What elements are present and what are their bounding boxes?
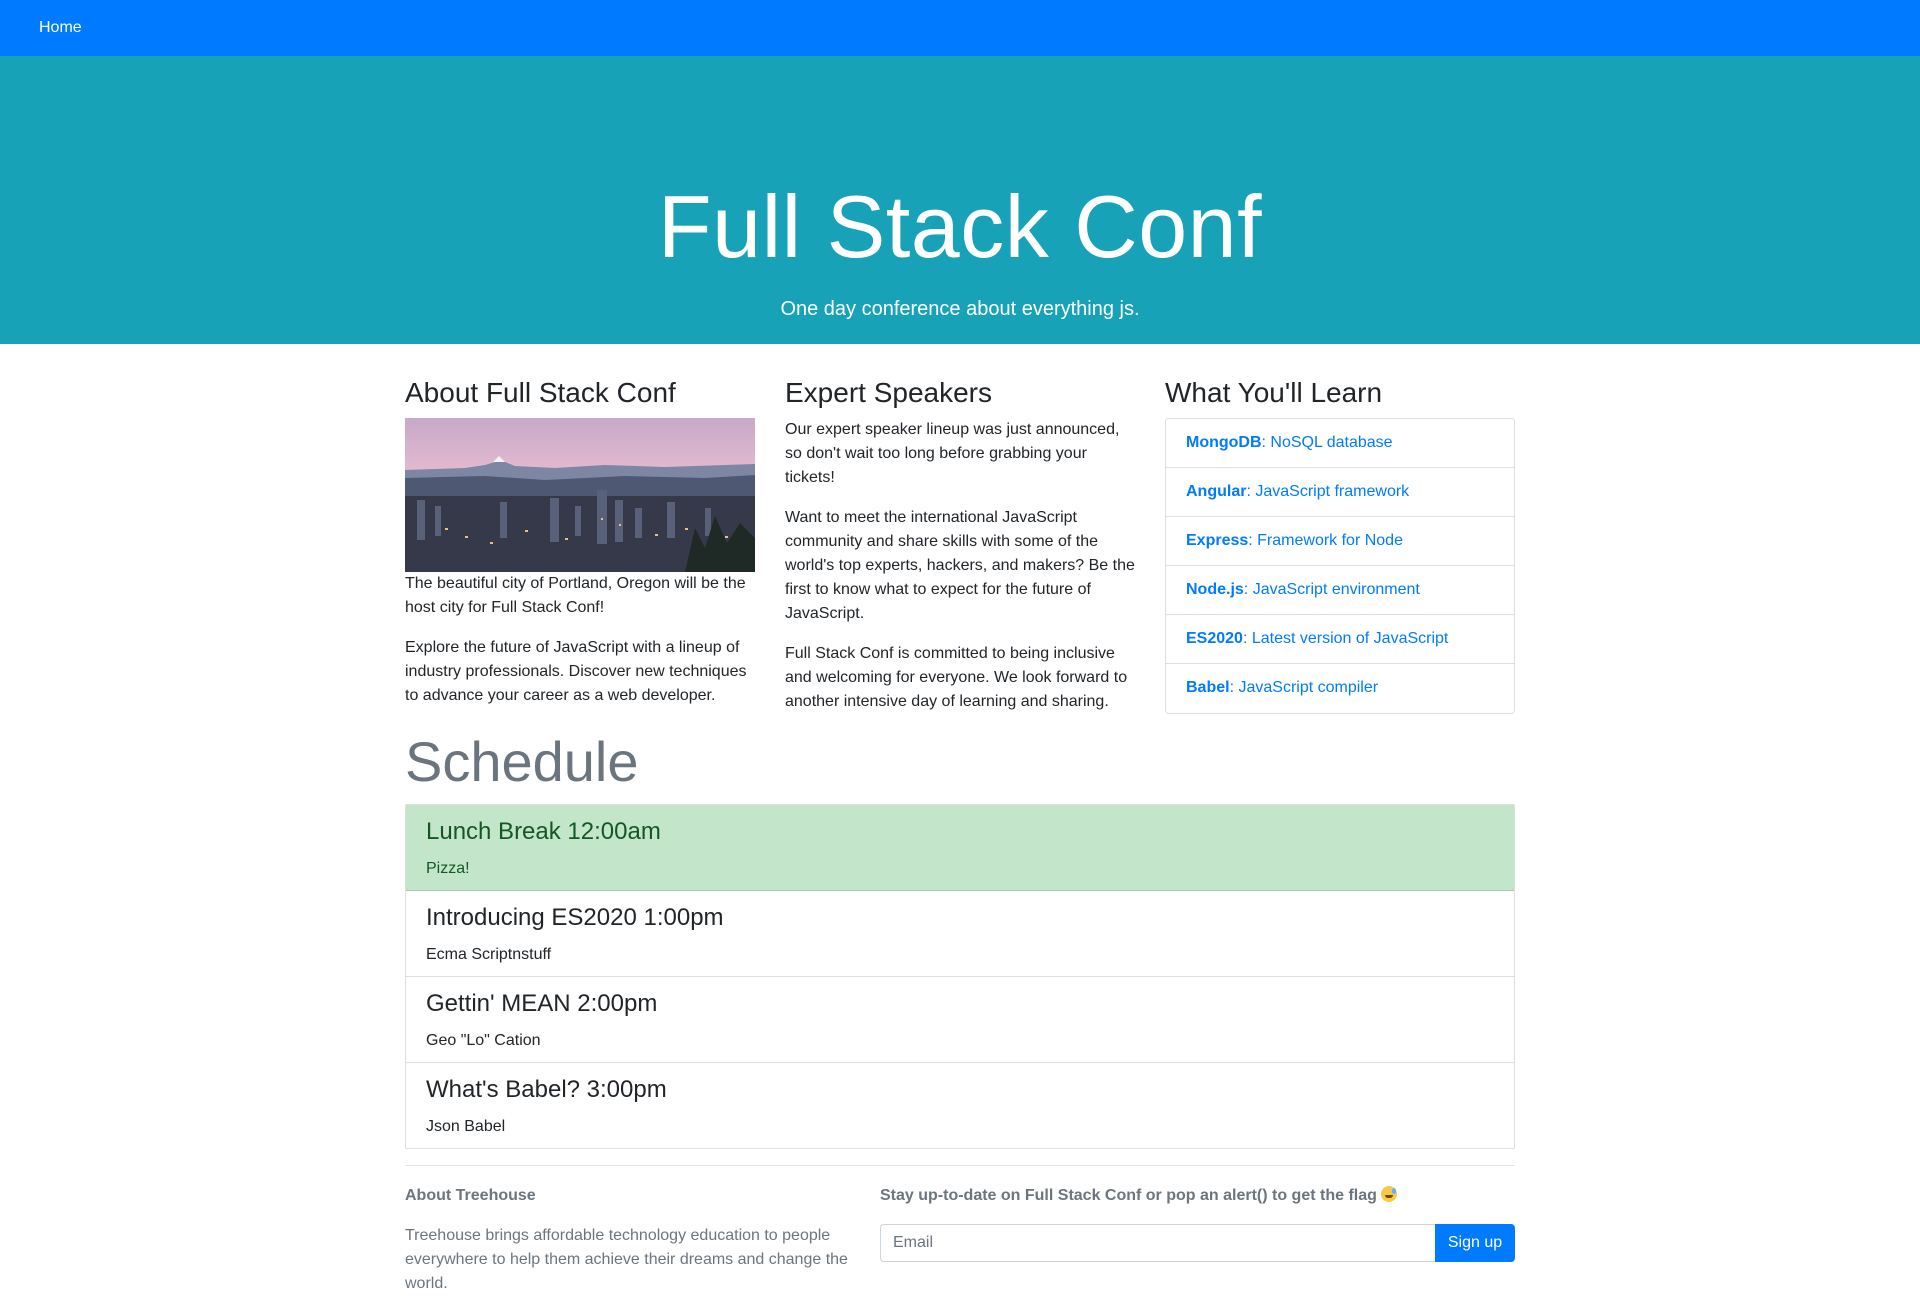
learn-item-express[interactable]: Express: Framework for Node	[1166, 517, 1514, 566]
schedule-item: Lunch Break 12:00am Pizza!	[406, 805, 1514, 891]
portland-image	[405, 417, 755, 572]
about-column: About Full Stack Conf The beautiful city…	[405, 344, 755, 730]
sweat-smile-emoji-icon	[1381, 1186, 1398, 1202]
navbar: Home	[0, 0, 1920, 56]
speakers-column: Expert Speakers Our expert speaker lineu…	[785, 344, 1135, 730]
speakers-paragraph-2: Want to meet the international JavaScrip…	[785, 508, 1135, 622]
schedule-item: What's Babel? 3:00pm Json Babel	[406, 1063, 1514, 1148]
learn-item-desc: : Framework for Node	[1248, 531, 1403, 549]
learn-item-desc: : Latest version of JavaScript	[1242, 629, 1449, 647]
footer-signup: Stay up-to-date on Full Stack Conf or po…	[880, 1180, 1515, 1296]
hero-subtitle: One day conference about everything js.	[780, 297, 1140, 320]
learn-heading: What You'll Learn	[1165, 377, 1383, 408]
main-content: About Full Stack Conf The beautiful city…	[405, 344, 1515, 730]
schedule-item-detail: Geo "Lo" Cation	[426, 1031, 541, 1049]
speakers-paragraph-1: Our expert speaker lineup was just annou…	[785, 420, 1120, 486]
learn-item-name: Express	[1186, 531, 1249, 549]
schedule-heading: Schedule	[405, 730, 639, 793]
hero-title: Full Stack Conf	[657, 177, 1263, 276]
signup-heading-text: Stay up-to-date on Full Stack Conf or po…	[880, 1187, 1377, 1204]
schedule-item: Introducing ES2020 1:00pm Ecma Scriptnst…	[406, 891, 1514, 977]
schedule-item-detail: Pizza!	[426, 859, 470, 877]
learn-item-desc: : JavaScript compiler	[1229, 678, 1379, 696]
learn-item-es2020[interactable]: ES2020: Latest version of JavaScript	[1166, 615, 1514, 664]
learn-item-nodejs[interactable]: Node.js: JavaScript environment	[1166, 566, 1514, 615]
signup-heading: Stay up-to-date on Full Stack Conf or po…	[880, 1184, 1515, 1208]
footer-divider	[405, 1165, 1515, 1166]
learn-item-name: Angular	[1186, 482, 1247, 500]
speakers-heading: Expert Speakers	[785, 377, 992, 408]
schedule-item: Gettin' MEAN 2:00pm Geo "Lo" Cation	[406, 977, 1514, 1063]
schedule-item-title: Lunch Break 12:00am	[426, 818, 661, 845]
schedule-list: Lunch Break 12:00am Pizza! Introducing E…	[405, 804, 1515, 1149]
email-input[interactable]	[880, 1224, 1435, 1262]
learn-item-mongodb[interactable]: MongoDB: NoSQL database	[1166, 419, 1514, 468]
learn-item-angular[interactable]: Angular: JavaScript framework	[1166, 468, 1514, 517]
learn-item-desc: : NoSQL database	[1261, 433, 1393, 451]
learn-item-name: ES2020	[1186, 629, 1243, 647]
footer-about-text: Treehouse brings affordable technology e…	[405, 1227, 848, 1292]
schedule-item-title: Introducing ES2020 1:00pm	[426, 904, 724, 931]
footer: About Treehouse Treehouse brings afforda…	[405, 1180, 1515, 1296]
sign-up-button[interactable]: Sign up	[1435, 1224, 1515, 1262]
schedule-item-title: What's Babel? 3:00pm	[426, 1076, 667, 1103]
schedule-item-detail: Ecma Scriptnstuff	[426, 945, 552, 963]
schedule-item-detail: Json Babel	[426, 1117, 506, 1135]
learn-list: MongoDB: NoSQL database Angular: JavaScr…	[1165, 417, 1515, 714]
learn-column: What You'll Learn MongoDB: NoSQL databas…	[1165, 344, 1515, 730]
footer-about-heading: About Treehouse	[405, 1187, 536, 1204]
about-paragraph-1: The beautiful city of Portland, Oregon w…	[405, 574, 746, 616]
learn-item-babel[interactable]: Babel: JavaScript compiler	[1166, 664, 1514, 713]
learn-item-name: Node.js	[1186, 580, 1244, 598]
learn-item-desc: : JavaScript environment	[1243, 580, 1420, 598]
schedule-item-title: Gettin' MEAN 2:00pm	[426, 990, 658, 1017]
nav-home-link[interactable]: Home	[39, 16, 82, 40]
learn-item-name: MongoDB	[1186, 433, 1262, 451]
footer-about: About Treehouse Treehouse brings afforda…	[405, 1180, 850, 1296]
hero-banner: Full Stack Conf One day conference about…	[0, 56, 1920, 344]
speakers-paragraph-3: Full Stack Conf is committed to being in…	[785, 644, 1128, 710]
signup-form: Sign up	[880, 1224, 1515, 1262]
learn-item-desc: : JavaScript framework	[1246, 482, 1410, 500]
about-heading: About Full Stack Conf	[405, 377, 676, 408]
learn-item-name: Babel	[1186, 678, 1230, 696]
about-paragraph-2: Explore the future of JavaScript with a …	[405, 638, 747, 704]
